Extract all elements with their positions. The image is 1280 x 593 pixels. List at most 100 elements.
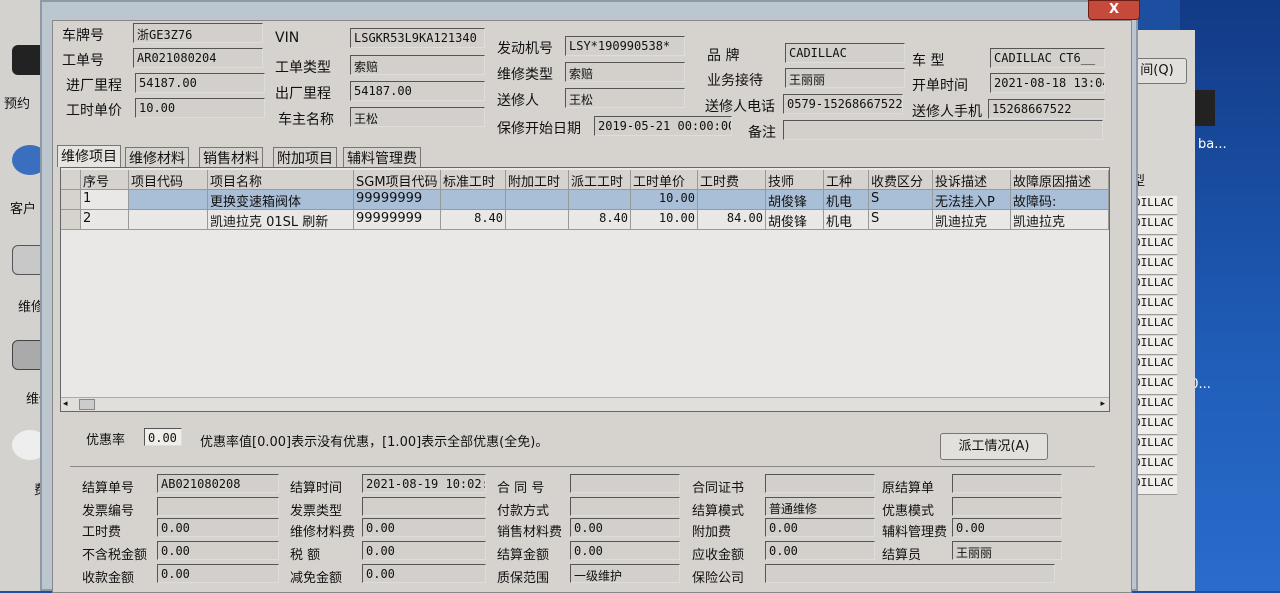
table-cell[interactable]: [61, 190, 81, 210]
column-header[interactable]: 工时单价: [631, 170, 698, 190]
vin-field[interactable]: LSGKR53L9KA121340: [350, 28, 485, 48]
settlement-field[interactable]: 普通维修: [765, 497, 875, 516]
settlement-field[interactable]: AB021080208: [157, 474, 279, 493]
tab-2[interactable]: 销售材料: [199, 147, 263, 167]
scrollbar-thumb[interactable]: [79, 399, 95, 410]
column-header[interactable]: 标准工时: [441, 170, 506, 190]
out-mileage-field[interactable]: 54187.00: [350, 81, 485, 101]
sender-phone-field[interactable]: 0579-15268667522: [783, 94, 903, 114]
dispatch-status-button[interactable]: 派工情况(A): [940, 433, 1048, 460]
column-header[interactable]: 附加工时: [506, 170, 569, 190]
settlement-field[interactable]: [157, 497, 279, 516]
settlement-field[interactable]: [362, 497, 486, 516]
table-cell[interactable]: 故障码:: [1011, 190, 1109, 210]
settlement-field[interactable]: [570, 474, 680, 493]
table-cell[interactable]: 99999999: [354, 190, 441, 210]
list-row[interactable]: DILLAC: [1132, 476, 1177, 495]
open-time-field[interactable]: 2021-08-18 13:04: [990, 73, 1105, 93]
settlement-field[interactable]: 王丽丽: [952, 541, 1062, 560]
settlement-field[interactable]: [952, 497, 1062, 516]
column-header[interactable]: 故障原因描述: [1011, 170, 1109, 190]
table-cell[interactable]: [441, 190, 506, 210]
list-row[interactable]: DILLAC: [1132, 336, 1177, 355]
order-no-field[interactable]: AR021080204: [133, 48, 263, 68]
table-cell[interactable]: [569, 190, 631, 210]
table-cell[interactable]: 机电: [824, 210, 869, 230]
settlement-field[interactable]: 0.00: [157, 564, 279, 583]
column-header[interactable]: 项目名称: [208, 170, 354, 190]
column-header[interactable]: 投诉描述: [933, 170, 1011, 190]
settlement-field[interactable]: 0.00: [362, 541, 486, 560]
settlement-field[interactable]: 0.00: [362, 518, 486, 537]
settlement-field[interactable]: [570, 497, 680, 516]
list-row[interactable]: DILLAC: [1132, 396, 1177, 415]
remark-field[interactable]: [783, 120, 1103, 140]
discount-rate-input[interactable]: 0.00: [144, 428, 182, 446]
table-cell[interactable]: 无法挂入P: [933, 190, 1011, 210]
table-cell[interactable]: 更换变速箱阀体: [208, 190, 354, 210]
column-header[interactable]: 收费区分: [869, 170, 933, 190]
table-cell[interactable]: 胡俊锋: [766, 210, 824, 230]
column-header[interactable]: 工种: [824, 170, 869, 190]
column-header[interactable]: 工时费: [698, 170, 766, 190]
settlement-field[interactable]: [765, 564, 1055, 583]
settlement-field[interactable]: 一级维护: [570, 564, 680, 583]
column-header[interactable]: 技师: [766, 170, 824, 190]
list-row[interactable]: DILLAC: [1132, 276, 1177, 295]
table-cell[interactable]: [506, 190, 569, 210]
list-row[interactable]: DILLAC: [1132, 416, 1177, 435]
settlement-field[interactable]: [765, 474, 875, 493]
engine-field[interactable]: LSY*190990538*: [565, 36, 685, 56]
table-cell[interactable]: 2: [81, 210, 129, 230]
table-cell[interactable]: [61, 210, 81, 230]
column-header[interactable]: 序号: [81, 170, 129, 190]
table-cell[interactable]: 8.40: [441, 210, 506, 230]
table-cell[interactable]: 凯迪拉克: [933, 210, 1011, 230]
scroll-left-icon[interactable]: ◂: [63, 399, 68, 409]
settlement-field[interactable]: 0.00: [570, 518, 680, 537]
table-cell[interactable]: 凯迪拉克: [1011, 210, 1109, 230]
table-cell[interactable]: 1: [81, 190, 129, 210]
table-cell[interactable]: 10.00: [631, 210, 698, 230]
table-cell[interactable]: 10.00: [631, 190, 698, 210]
labor-price-field[interactable]: 10.00: [135, 98, 265, 118]
table-cell[interactable]: [698, 190, 766, 210]
model-field[interactable]: CADILLAC CT6__: [990, 48, 1105, 68]
table-cell[interactable]: 84.00: [698, 210, 766, 230]
scroll-right-icon[interactable]: ▸: [1100, 399, 1105, 409]
sidebar-item-label[interactable]: 预约: [4, 93, 30, 112]
settlement-field[interactable]: 0.00: [765, 541, 875, 560]
settlement-field[interactable]: 0.00: [570, 541, 680, 560]
brand-field[interactable]: CADILLAC: [785, 43, 905, 63]
repair-type-field[interactable]: 索赔: [565, 62, 685, 82]
settlement-field[interactable]: 0.00: [952, 518, 1062, 537]
warranty-start-field[interactable]: 2019-05-21 00:00:00: [594, 116, 732, 136]
settlement-field[interactable]: [952, 474, 1062, 493]
list-row[interactable]: DILLAC: [1132, 256, 1177, 275]
list-row[interactable]: DILLAC: [1132, 196, 1177, 215]
order-type-field[interactable]: 索赔: [350, 55, 485, 75]
column-header[interactable]: [61, 170, 81, 190]
list-row[interactable]: DILLAC: [1132, 456, 1177, 475]
settlement-field[interactable]: 2021-08-19 10:02:2: [362, 474, 486, 493]
table-cell[interactable]: [129, 190, 208, 210]
close-button[interactable]: X: [1088, 0, 1140, 20]
sender-field[interactable]: 王松: [565, 88, 685, 108]
list-row[interactable]: DILLAC: [1132, 216, 1177, 235]
list-row[interactable]: DILLAC: [1132, 356, 1177, 375]
tab-0[interactable]: 维修项目: [57, 145, 121, 167]
column-header[interactable]: 项目代码: [129, 170, 208, 190]
settlement-field[interactable]: 0.00: [157, 541, 279, 560]
settlement-field[interactable]: 0.00: [157, 518, 279, 537]
table-cell[interactable]: S: [869, 190, 933, 210]
owner-field[interactable]: 王松: [350, 107, 485, 127]
list-row[interactable]: DILLAC: [1132, 436, 1177, 455]
settlement-field[interactable]: 0.00: [362, 564, 486, 583]
table-cell[interactable]: 8.40: [569, 210, 631, 230]
table-cell[interactable]: 99999999: [354, 210, 441, 230]
table-cell[interactable]: 机电: [824, 190, 869, 210]
in-mileage-field[interactable]: 54187.00: [135, 73, 265, 93]
list-row[interactable]: DILLAC: [1132, 376, 1177, 395]
receptionist-field[interactable]: 王丽丽: [785, 68, 905, 88]
table-cell[interactable]: S: [869, 210, 933, 230]
